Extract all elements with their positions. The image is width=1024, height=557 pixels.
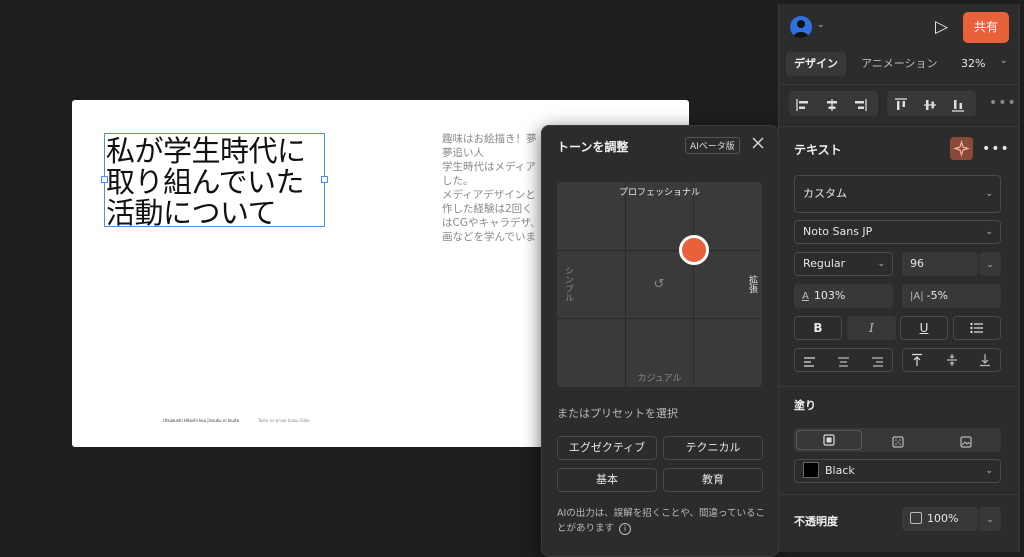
opacity-section-title: 不透明度 — [794, 515, 838, 528]
text-valign-middle-icon[interactable] — [945, 352, 959, 371]
text-style-value: カスタム — [803, 187, 847, 200]
chevron-down-icon: ⌄ — [986, 515, 994, 525]
more-options-icon[interactable]: ••• — [982, 141, 1010, 157]
tone-axis-professional: プロフェッショナル — [618, 188, 700, 198]
chevron-down-icon: ⌄ — [986, 260, 994, 270]
play-icon[interactable]: ▷ — [935, 17, 948, 37]
letter-spacing-value: -5% — [926, 289, 949, 302]
fill-gradient-icon[interactable] — [892, 433, 904, 452]
share-button[interactable]: 共有 — [963, 12, 1009, 43]
fill-section-title: 塗り — [794, 399, 816, 412]
font-weight-value: Regular — [803, 257, 846, 270]
text-align-right-icon[interactable] — [871, 353, 884, 372]
disclaimer-text: AIの出力は、誤解を招くことや、間違っていることがあります — [557, 508, 766, 534]
line-height-icon: A — [802, 291, 809, 302]
info-icon[interactable]: i — [619, 522, 632, 535]
font-family-value: Noto Sans JP — [803, 225, 873, 238]
letter-spacing-input[interactable]: |A| -5% — [902, 284, 1001, 308]
ai-beta-badge: AIベータ版 — [685, 137, 740, 154]
list-button[interactable] — [953, 316, 1001, 340]
slide-footer-left: Utsukushi Hitoshi kou jinsuku ni tsuite — [163, 418, 240, 423]
tone-adjust-panel: トーンを調整 AIベータ版 プロフェッショナル カジュアル シンプル 拡張 ↺ … — [541, 125, 779, 557]
text-align-left-icon[interactable] — [803, 353, 816, 372]
more-icon[interactable]: ••• — [989, 95, 1017, 111]
align-center-horizontal-icon[interactable] — [825, 97, 839, 111]
zoom-level[interactable]: 32% — [961, 52, 985, 76]
font-family-select[interactable]: Noto Sans JP ⌄ — [794, 220, 1001, 244]
text-align-center-icon[interactable] — [837, 353, 850, 372]
text-style-select[interactable]: カスタム ⌄ — [794, 175, 1001, 213]
align-top-icon[interactable] — [894, 97, 908, 111]
tone-knob[interactable] — [679, 234, 710, 265]
text-valign-top-icon[interactable] — [910, 352, 924, 371]
ai-sparkle-icon[interactable] — [950, 137, 973, 160]
align-left-icon[interactable] — [796, 97, 810, 111]
font-size-dropdown[interactable]: ⌄ — [979, 252, 1001, 276]
chevron-down-icon[interactable]: ⌄ — [817, 20, 825, 30]
font-size-value: 96 — [910, 257, 924, 270]
bold-button[interactable]: B — [794, 316, 842, 340]
preset-basic-button[interactable]: 基本 — [557, 468, 657, 492]
preset-executive-button[interactable]: エグゼクティブ — [557, 436, 657, 460]
fill-solid-icon[interactable] — [796, 430, 862, 450]
reset-icon[interactable]: ↺ — [651, 277, 667, 293]
avatar[interactable] — [790, 16, 812, 38]
chevron-down-icon: ⌄ — [985, 189, 993, 199]
preset-technical-button[interactable]: テクニカル — [663, 436, 763, 460]
tab-design[interactable]: デザイン — [786, 52, 846, 76]
tone-grid[interactable]: プロフェッショナル カジュアル シンプル 拡張 ↺ — [557, 182, 762, 387]
design-panel: ⌄ ▷ 共有 デザイン アニメーション 32% ⌄ ••• テキスト ••• カ… — [778, 4, 1020, 552]
opacity-value: 100% — [927, 512, 959, 525]
resize-handle-right[interactable] — [321, 176, 328, 183]
font-size-input[interactable]: 96 — [902, 252, 978, 276]
tab-animation[interactable]: アニメーション — [861, 52, 938, 76]
opacity-input[interactable]: 100% — [902, 507, 978, 531]
resize-handle-left[interactable] — [101, 176, 108, 183]
opacity-dropdown[interactable]: ⌄ — [979, 507, 1001, 531]
letter-spacing-icon: |A| — [910, 291, 924, 302]
color-swatch — [803, 462, 819, 478]
preset-education-button[interactable]: 教育 — [663, 468, 763, 492]
opacity-icon — [910, 512, 922, 524]
tone-panel-title: トーンを調整 — [557, 140, 629, 154]
ai-disclaimer: AIの出力は、誤解を招くことや、間違っていることがあります i — [557, 506, 767, 536]
align-bottom-icon[interactable] — [951, 97, 965, 112]
text-valign-bottom-icon[interactable] — [978, 352, 992, 371]
line-height-input[interactable]: A 103% — [794, 284, 893, 308]
fill-color-select[interactable]: Black ⌄ — [794, 459, 1001, 483]
preset-label: またはプリセットを選択 — [557, 407, 678, 420]
text-section-title: テキスト — [794, 143, 842, 157]
align-right-icon[interactable] — [853, 97, 867, 111]
chevron-down-icon: ⌄ — [985, 466, 993, 476]
font-weight-select[interactable]: Regular ⌄ — [794, 252, 893, 276]
align-middle-icon[interactable] — [923, 97, 937, 111]
underline-button[interactable]: U — [900, 316, 948, 340]
slide-footer-mid: Taste no Jinsei-tsuku Slide — [258, 418, 310, 423]
chevron-down-icon: ⌄ — [877, 259, 885, 269]
chevron-down-icon: ⌄ — [985, 227, 993, 237]
close-icon[interactable] — [750, 135, 766, 151]
italic-button[interactable]: I — [847, 316, 896, 340]
tone-axis-expanded: 拡張 — [747, 275, 757, 293]
slide-title-textbox[interactable]: 私が学生時代に 取り組んでいた 活動について — [104, 133, 325, 229]
line-height-value: 103% — [813, 289, 846, 302]
fill-color-name: Black — [825, 464, 855, 477]
fill-image-icon[interactable] — [960, 433, 972, 452]
tone-axis-casual: カジュアル — [637, 374, 682, 384]
chevron-down-icon[interactable]: ⌄ — [1000, 56, 1008, 66]
tone-axis-simple: シンプル — [563, 266, 573, 302]
